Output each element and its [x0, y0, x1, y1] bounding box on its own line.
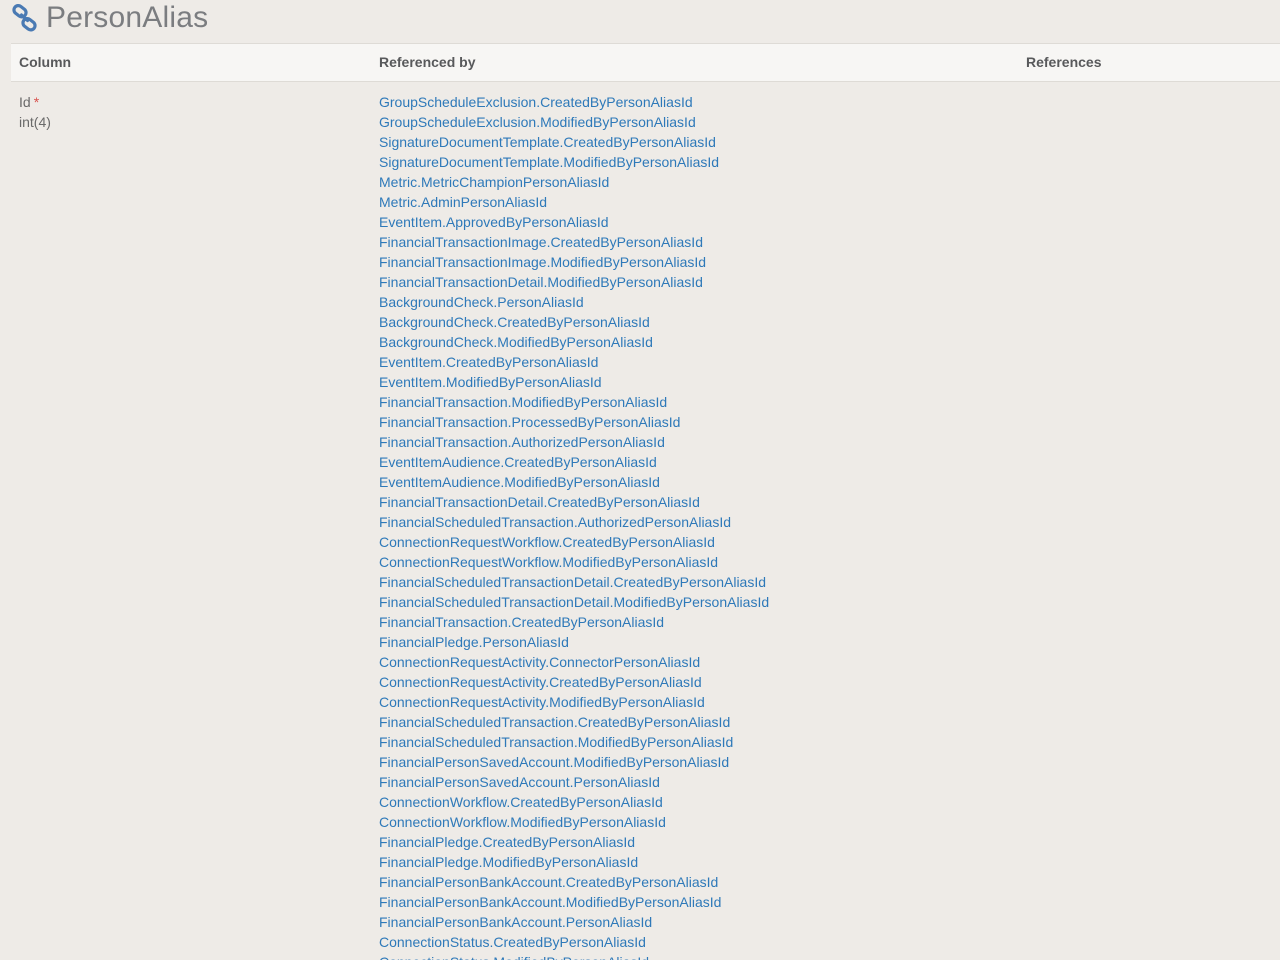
- required-marker: *: [33, 94, 40, 110]
- referenced-by-link[interactable]: FinancialPersonBankAccount.PersonAliasId: [379, 912, 769, 932]
- referenced-by-link[interactable]: FinancialPledge.PersonAliasId: [379, 632, 769, 652]
- schema-table: Column Referenced by References Id * int(…: [11, 43, 1280, 960]
- referenced-by-list: GroupScheduleExclusion.CreatedByPersonAl…: [379, 92, 769, 960]
- referenced-by-link[interactable]: BackgroundCheck.CreatedByPersonAliasId: [379, 312, 769, 332]
- referenced-by-link[interactable]: FinancialPledge.CreatedByPersonAliasId: [379, 832, 769, 852]
- referenced-by-link[interactable]: FinancialPersonBankAccount.CreatedByPers…: [379, 872, 769, 892]
- referenced-by-link[interactable]: FinancialTransactionDetail.ModifiedByPer…: [379, 272, 769, 292]
- references-header: References: [1026, 54, 1102, 70]
- referenced-by-link[interactable]: FinancialScheduledTransaction.ModifiedBy…: [379, 732, 769, 752]
- referenced-by-link[interactable]: FinancialScheduledTransactionDetail.Modi…: [379, 592, 769, 612]
- referenced-by-link[interactable]: GroupScheduleExclusion.CreatedByPersonAl…: [379, 92, 769, 112]
- referenced-by-link[interactable]: ConnectionStatus.ModifiedByPersonAliasId: [379, 952, 769, 960]
- referenced-by-link[interactable]: FinancialPersonBankAccount.ModifiedByPer…: [379, 892, 769, 912]
- referenced-by-link[interactable]: EventItem.ApprovedByPersonAliasId: [379, 212, 769, 232]
- link-icon: [11, 4, 39, 32]
- referenced-by-link[interactable]: EventItem.CreatedByPersonAliasId: [379, 352, 769, 372]
- page-title: PersonAlias: [46, 1, 209, 34]
- column-header: Column: [19, 54, 72, 70]
- referenced-by-link[interactable]: ConnectionRequestWorkflow.ModifiedByPers…: [379, 552, 769, 572]
- referenced-by-link[interactable]: ConnectionRequestWorkflow.CreatedByPerso…: [379, 532, 769, 552]
- column-name: Id: [19, 94, 31, 110]
- referenced-by-link[interactable]: SignatureDocumentTemplate.ModifiedByPers…: [379, 152, 769, 172]
- referenced-by-link[interactable]: ConnectionRequestActivity.ConnectorPerso…: [379, 652, 769, 672]
- referenced-by-link[interactable]: FinancialScheduledTransactionDetail.Crea…: [379, 572, 769, 592]
- referenced-by-link[interactable]: EventItemAudience.ModifiedByPersonAliasI…: [379, 472, 769, 492]
- referenced-by-link[interactable]: ConnectionWorkflow.CreatedByPersonAliasI…: [379, 792, 769, 812]
- referenced-by-link[interactable]: FinancialTransactionDetail.CreatedByPers…: [379, 492, 769, 512]
- referenced-by-link[interactable]: BackgroundCheck.ModifiedByPersonAliasId: [379, 332, 769, 352]
- referenced-by-link[interactable]: BackgroundCheck.PersonAliasId: [379, 292, 769, 312]
- referenced-by-link[interactable]: FinancialPersonSavedAccount.PersonAliasI…: [379, 772, 769, 792]
- referenced-by-link[interactable]: FinancialTransaction.ModifiedByPersonAli…: [379, 392, 769, 412]
- referenced-by-link[interactable]: EventItemAudience.CreatedByPersonAliasId: [379, 452, 769, 472]
- referenced-by-link[interactable]: FinancialPersonSavedAccount.ModifiedByPe…: [379, 752, 769, 772]
- referenced-by-link[interactable]: GroupScheduleExclusion.ModifiedByPersonA…: [379, 112, 769, 132]
- referenced-by-link[interactable]: ConnectionStatus.CreatedByPersonAliasId: [379, 932, 769, 952]
- referenced-by-link[interactable]: ConnectionRequestActivity.CreatedByPerso…: [379, 672, 769, 692]
- referenced-by-link[interactable]: FinancialTransaction.CreatedByPersonAlia…: [379, 612, 769, 632]
- page: PersonAlias Column Referenced by Referen…: [0, 0, 1280, 960]
- referenced-by-link[interactable]: SignatureDocumentTemplate.CreatedByPerso…: [379, 132, 769, 152]
- referenced-by-link[interactable]: FinancialTransactionImage.CreatedByPerso…: [379, 232, 769, 252]
- referenced-by-link[interactable]: ConnectionRequestActivity.ModifiedByPers…: [379, 692, 769, 712]
- column-name-line: Id *: [19, 92, 51, 112]
- referenced-by-link[interactable]: FinancialScheduledTransaction.CreatedByP…: [379, 712, 769, 732]
- referenced-by-header: Referenced by: [379, 54, 476, 70]
- column-cell: Id * int(4): [19, 92, 51, 132]
- referenced-by-link[interactable]: Metric.AdminPersonAliasId: [379, 192, 769, 212]
- page-header: PersonAlias: [11, 0, 208, 36]
- referenced-by-link[interactable]: FinancialTransaction.ProcessedByPersonAl…: [379, 412, 769, 432]
- referenced-by-link[interactable]: FinancialTransactionImage.ModifiedByPers…: [379, 252, 769, 272]
- referenced-by-link[interactable]: FinancialTransaction.AuthorizedPersonAli…: [379, 432, 769, 452]
- referenced-by-link[interactable]: ConnectionWorkflow.ModifiedByPersonAlias…: [379, 812, 769, 832]
- table-header: Column Referenced by References: [11, 43, 1280, 82]
- referenced-by-link[interactable]: FinancialPledge.ModifiedByPersonAliasId: [379, 852, 769, 872]
- column-type: int(4): [19, 114, 51, 130]
- referenced-by-link[interactable]: EventItem.ModifiedByPersonAliasId: [379, 372, 769, 392]
- referenced-by-link[interactable]: FinancialScheduledTransaction.Authorized…: [379, 512, 769, 532]
- referenced-by-link[interactable]: Metric.MetricChampionPersonAliasId: [379, 172, 769, 192]
